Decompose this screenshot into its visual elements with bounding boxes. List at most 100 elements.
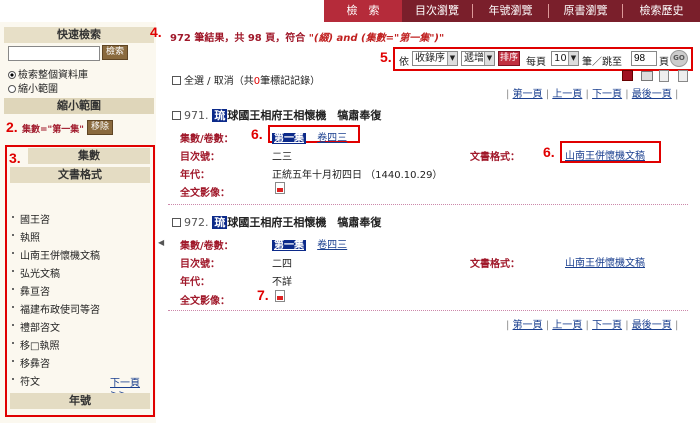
select-all-label: 全選 / 取消（共 <box>184 76 254 87</box>
prev-page-link[interactable]: 上一頁 <box>552 320 582 331</box>
volume-links: 第一集 卷四三 <box>272 236 347 251</box>
per-page-select[interactable]: 10 ▼ <box>551 51 579 66</box>
facet-volume-head[interactable]: 集數 <box>28 148 150 164</box>
radio-dot <box>8 85 16 93</box>
record-title[interactable]: 球國王相府王相懷機 犒肅奉復 <box>227 109 381 122</box>
page-unit-label: 頁 <box>659 57 669 68</box>
volume-links: 第一集 卷四三 <box>272 129 347 144</box>
save-icon[interactable] <box>622 70 633 81</box>
record-checkbox[interactable] <box>172 111 181 120</box>
list-bullet <box>12 270 14 272</box>
sort-order-select[interactable]: 遞增 ▼ <box>461 51 495 66</box>
record-number: 972. <box>184 216 209 229</box>
radio-narrow-label: 縮小範圍 <box>18 84 58 95</box>
marker-6a: 6. <box>251 126 263 142</box>
doc-format-item[interactable]: 執照 <box>20 229 40 244</box>
doc-format-item[interactable]: 國王咨 <box>20 211 50 226</box>
next-page-link[interactable]: 下一頁 <box>592 320 622 331</box>
marker-4: 4. <box>150 24 162 40</box>
volume-link[interactable]: 第一集 <box>272 133 306 144</box>
select-all-suffix: 筆標記記錄） <box>260 76 321 87</box>
doc-format-item[interactable]: 移□執照 <box>20 337 59 352</box>
chevron-down-icon: ▼ <box>568 52 578 65</box>
facet-era-head[interactable]: 年號 <box>10 393 150 409</box>
image-label: 全文影像： <box>180 296 230 307</box>
doc-format-item[interactable]: 福建布政使司等咨 <box>20 301 100 316</box>
volume-label: 集數/卷數： <box>180 134 234 145</box>
results-query: "(綴) and (集數="第一集")" <box>308 33 445 44</box>
email-icon[interactable] <box>678 70 688 82</box>
active-filter-text: 集數="第一集" <box>22 125 84 135</box>
record-divider <box>168 310 688 311</box>
radio-full-database[interactable]: 檢索整個資料庫 <box>8 66 88 81</box>
go-button[interactable]: GO <box>670 50 688 67</box>
last-page-link[interactable]: 最後一頁 <box>632 89 672 100</box>
select-all-toggle[interactable]: 全選 / 取消（共0筆標記記錄） <box>172 72 320 87</box>
marker-5: 5. <box>380 49 392 65</box>
chevron-down-icon: ▼ <box>484 52 494 65</box>
record-highlight-char: 琉 <box>212 109 228 122</box>
radio-dot-selected <box>8 71 16 79</box>
print-icon[interactable] <box>641 71 653 81</box>
sort-button[interactable]: 排序 <box>498 51 520 66</box>
export-icon[interactable] <box>659 70 669 82</box>
pdf-icon[interactable] <box>275 182 285 194</box>
collapse-sidebar-icon[interactable]: ◀ <box>158 238 164 247</box>
volume-label: 集數/卷數： <box>180 241 234 252</box>
marker-2: 2. <box>6 119 18 135</box>
record-highlight-char: 琉 <box>212 216 228 229</box>
next-page-link[interactable]: 下一頁 <box>592 89 622 100</box>
chapter-link[interactable]: 卷四三 <box>317 133 347 144</box>
per-page-value: 10 <box>554 53 567 64</box>
record-title[interactable]: 球國王相府王相懷機 犒肅奉復 <box>227 216 381 229</box>
pager-bottom: | 第一頁 | 上一頁 | 下一頁 | 最後一頁 | <box>506 320 679 331</box>
last-page-link[interactable]: 最後一頁 <box>632 320 672 331</box>
quick-search-button[interactable]: 檢索 <box>102 45 128 60</box>
doc-format-item[interactable]: 山南王併懷機文稿 <box>20 247 100 262</box>
catalog-label: 目次號： <box>180 259 220 270</box>
first-page-link[interactable]: 第一頁 <box>513 320 543 331</box>
format-link[interactable]: 山南王併懷機文稿 <box>565 254 645 269</box>
facet-doctype-head[interactable]: 文書格式 <box>10 167 150 183</box>
per-page-label: 每頁 <box>526 57 546 68</box>
tab-era-browse[interactable]: 年號瀏覽 <box>473 0 548 22</box>
list-bullet <box>12 216 14 218</box>
remove-filter-button[interactable]: 移除 <box>87 120 113 135</box>
doc-format-item[interactable]: 弘光文稿 <box>20 265 60 280</box>
record-divider <box>168 204 688 205</box>
checkbox <box>172 76 181 85</box>
record-title-line: 972. 琉球國王相府王相懷機 犒肅奉復 <box>172 214 381 230</box>
quick-search-title: 快速檢索 <box>4 27 154 43</box>
jump-to-label: 筆／跳至 <box>582 57 622 68</box>
doc-format-item[interactable]: 禮部咨文 <box>20 319 60 334</box>
jump-page-input[interactable] <box>631 51 657 66</box>
chapter-link[interactable]: 卷四三 <box>317 240 347 251</box>
tab-search-history[interactable]: 檢索歷史 <box>623 0 700 22</box>
sort-field-value: 收錄序 <box>415 53 445 64</box>
radio-narrow-scope[interactable]: 縮小範圍 <box>8 80 58 95</box>
narrow-scope-title: 縮小範圍 <box>4 98 154 114</box>
first-page-link[interactable]: 第一頁 <box>513 89 543 100</box>
volume-link[interactable]: 第一集 <box>272 240 306 251</box>
format-link[interactable]: 山南王併懷機文稿 <box>565 147 645 162</box>
tab-catalog-browse[interactable]: 目次瀏覽 <box>402 0 472 22</box>
catalog-value: 二四 <box>272 259 292 270</box>
quick-search-input[interactable] <box>8 46 100 61</box>
date-value: 不詳 <box>272 277 292 288</box>
results-match-label: 符合 <box>285 33 306 44</box>
results-summary: 972 筆結果，共 98 頁，符合 "(綴) and (集數="第一集")" <box>170 29 444 44</box>
sort-field-select[interactable]: 收錄序 ▼ <box>412 51 458 66</box>
sort-by-label: 依 <box>399 57 409 68</box>
tab-original-browse[interactable]: 原書瀏覽 <box>549 0 622 22</box>
record-checkbox[interactable] <box>172 218 181 227</box>
doc-format-item[interactable]: 移彝咨 <box>20 355 50 370</box>
doc-format-item[interactable]: 彝亘咨 <box>20 283 50 298</box>
pdf-icon[interactable] <box>275 290 285 302</box>
record-number: 971. <box>184 109 209 122</box>
record-title-line: 971. 琉球國王相府王相懷機 犒肅奉復 <box>172 107 381 123</box>
date-value: 正統五年十月初四日 （1440.10.29） <box>272 170 443 181</box>
tab-search[interactable]: 檢 索 <box>324 0 402 22</box>
doc-format-item[interactable]: 符文 <box>20 373 40 388</box>
top-nav: 檢 索 目次瀏覽 年號瀏覽 原書瀏覽 檢索歷史 <box>0 0 700 22</box>
prev-page-link[interactable]: 上一頁 <box>552 89 582 100</box>
